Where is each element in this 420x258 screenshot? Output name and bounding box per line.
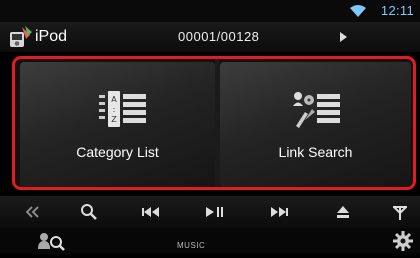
play-pause-icon: [206, 207, 223, 217]
playback-control-bar: [0, 196, 420, 228]
antenna-icon: [393, 206, 407, 220]
clock: 12:11: [380, 3, 414, 18]
search-button[interactable]: [76, 202, 102, 222]
category-list-icon: A : Z: [99, 91, 146, 127]
svg-text:Z: Z: [111, 115, 117, 124]
category-list-label: Category List: [76, 144, 159, 160]
source-label: iPod: [35, 28, 68, 45]
previous-track-icon: [142, 207, 159, 217]
svg-text::: :: [113, 105, 116, 114]
collapse-button[interactable]: [22, 202, 44, 222]
double-chevron-left-icon: [26, 206, 39, 218]
link-search-label: Link Search: [278, 144, 353, 160]
search-options-panel: A : Z Category List Link Search: [12, 56, 416, 190]
media-search-icon: [38, 233, 65, 251]
media-search-button[interactable]: [36, 231, 66, 253]
category-list-button[interactable]: A : Z Category List: [20, 62, 215, 187]
ipod-source-icon[interactable]: [7, 26, 33, 48]
next-track-button[interactable]: [266, 202, 292, 222]
wifi-icon: [350, 5, 366, 17]
svg-text:A: A: [111, 95, 117, 104]
settings-button[interactable]: [393, 231, 417, 253]
gear-icon: [393, 231, 413, 251]
link-search-button[interactable]: Link Search: [220, 62, 411, 187]
play-status-icon: [340, 32, 347, 42]
eject-button[interactable]: [330, 202, 356, 222]
antenna-button[interactable]: [388, 202, 412, 222]
eject-icon: [337, 206, 349, 218]
mode-label: MUSIC: [177, 241, 206, 250]
play-pause-button[interactable]: [202, 202, 228, 222]
status-bar: 12:11: [0, 0, 420, 22]
next-track-icon: [271, 207, 288, 217]
previous-track-button[interactable]: [138, 202, 164, 222]
bottom-bar: MUSIC: [0, 228, 420, 254]
source-header: iPod 00001/00128: [0, 22, 420, 52]
search-icon: [81, 204, 97, 220]
track-counter: 00001/00128: [178, 29, 260, 44]
link-search-icon: [293, 92, 340, 128]
